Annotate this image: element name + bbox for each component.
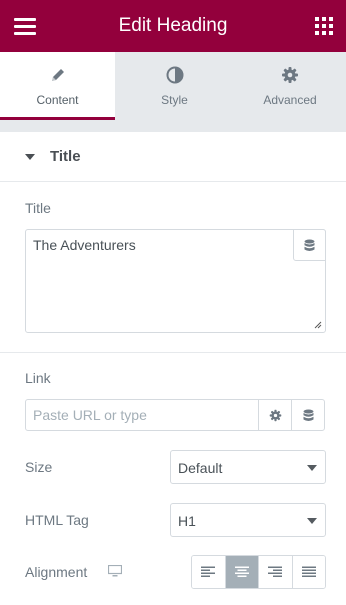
alignment-label: Alignment — [25, 564, 88, 580]
dynamic-tags-button[interactable] — [293, 229, 326, 261]
panel-title: Edit Heading — [118, 15, 228, 36]
tab-advanced-label: Advanced — [263, 93, 317, 107]
half-circle-icon — [117, 66, 232, 84]
link-label: Link — [25, 370, 51, 386]
link-dynamic-tags-button[interactable] — [291, 399, 325, 431]
gear-icon — [269, 409, 282, 422]
size-select[interactable]: Default — [170, 450, 326, 484]
align-right-button[interactable] — [259, 556, 293, 588]
section-title: Title — [50, 148, 81, 165]
database-icon — [303, 409, 314, 421]
align-left-button[interactable] — [192, 556, 226, 588]
tab-style[interactable]: Style — [117, 52, 232, 120]
alignment-control — [191, 555, 326, 589]
tab-content[interactable]: Content — [0, 52, 115, 120]
align-center-button[interactable] — [225, 556, 259, 588]
align-justify-button[interactable] — [292, 556, 325, 588]
chevron-down-icon — [307, 465, 317, 471]
title-label: Title — [25, 200, 51, 216]
caret-down-icon — [25, 154, 35, 160]
title-value[interactable]: The Adventurers — [33, 237, 136, 253]
html-tag-label: HTML Tag — [25, 512, 89, 528]
panel-header: Edit Heading — [0, 0, 346, 52]
size-select-value: Default — [178, 460, 223, 476]
chevron-down-icon — [307, 518, 317, 524]
html-tag-select[interactable]: H1 — [170, 503, 326, 537]
section-separator — [0, 120, 346, 132]
database-icon — [304, 239, 315, 251]
field-divider — [0, 352, 346, 353]
align-left-icon — [201, 566, 216, 577]
html-tag-select-value: H1 — [178, 513, 196, 529]
section-toggle-title[interactable]: Title — [0, 132, 346, 182]
grid-icon[interactable] — [315, 17, 333, 35]
align-right-icon — [268, 566, 283, 577]
panel-tabs: Content Style Advanced — [0, 52, 346, 120]
gear-icon — [234, 66, 346, 84]
pencil-icon — [0, 66, 115, 84]
resize-handle-icon[interactable] — [314, 321, 322, 329]
tab-content-label: Content — [36, 93, 79, 107]
title-textarea[interactable]: The Adventurers — [25, 229, 326, 333]
align-justify-icon — [301, 566, 316, 577]
desktop-icon[interactable] — [108, 565, 122, 577]
link-options-button[interactable] — [258, 399, 292, 431]
size-label: Size — [25, 459, 53, 475]
link-url-input[interactable] — [25, 399, 259, 431]
tab-advanced[interactable]: Advanced — [234, 52, 346, 120]
align-center-icon — [234, 566, 249, 577]
tab-style-label: Style — [161, 93, 188, 107]
